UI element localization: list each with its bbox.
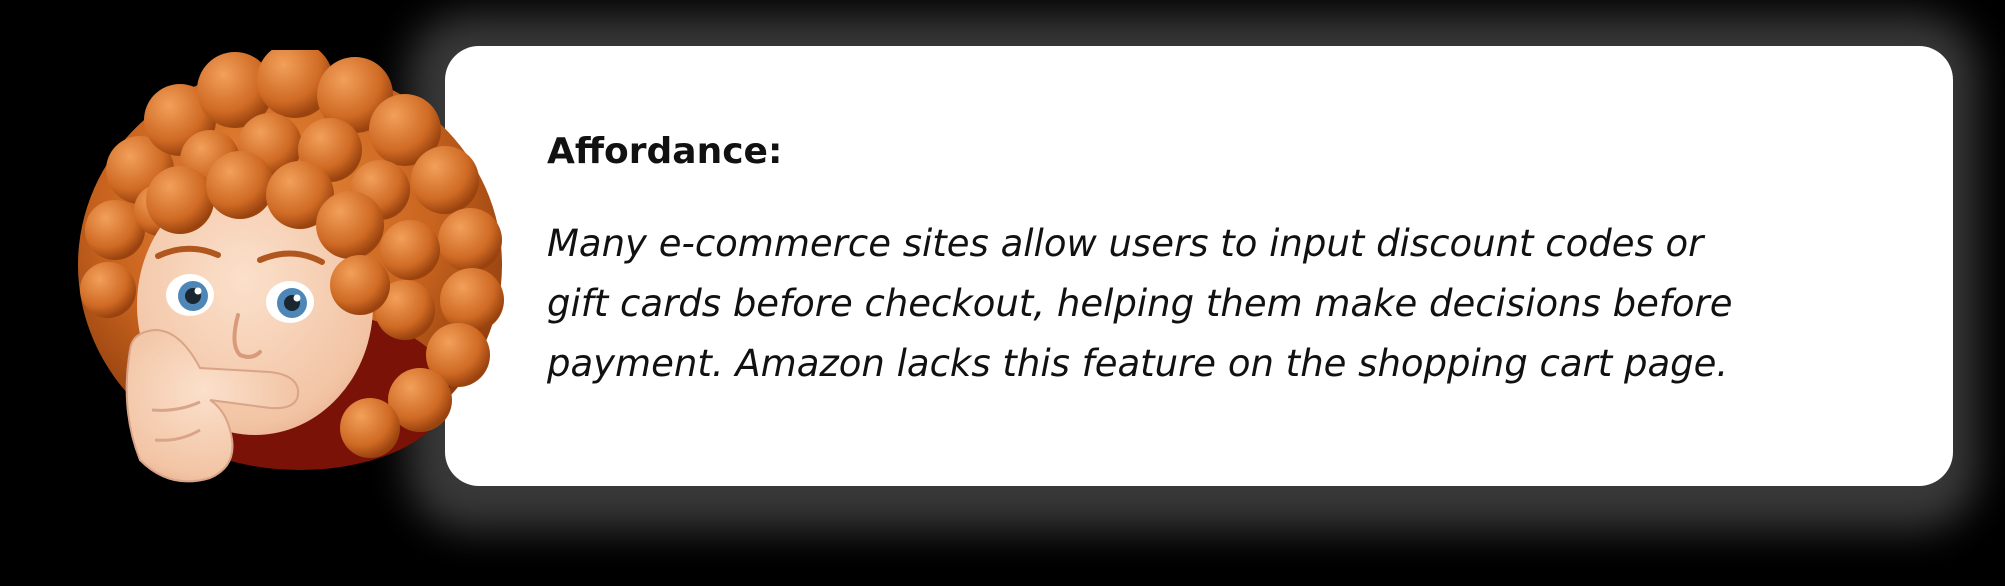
- left-eye: [166, 274, 214, 316]
- callout-body: Many e-commerce sites allow users to inp…: [547, 222, 1733, 385]
- thinking-memoji-avatar-icon: [78, 50, 504, 483]
- callout-card: Affordance: Many e-commerce sites allow …: [445, 46, 1953, 486]
- right-eye: [266, 281, 314, 323]
- stage: Affordance: Many e-commerce sites allow …: [0, 0, 2005, 586]
- callout-heading: Affordance:: [547, 131, 783, 172]
